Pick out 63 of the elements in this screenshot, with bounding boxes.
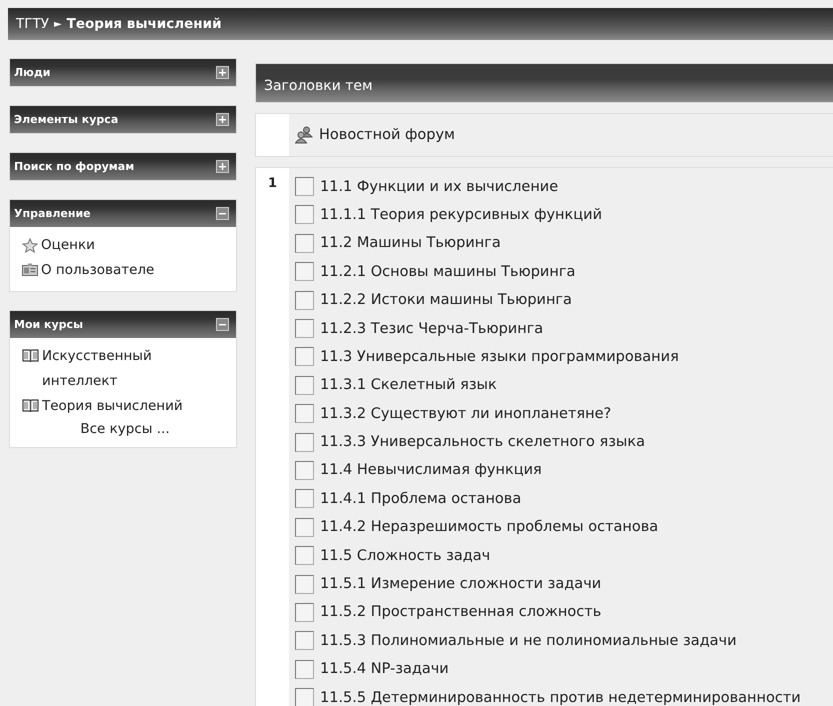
- resource-link[interactable]: 11.2.2 Истоки машины Тьюринга: [320, 292, 572, 308]
- block-title: Элементы курса: [14, 113, 118, 126]
- page-icon: [295, 290, 314, 310]
- block-title: Мои курсы: [14, 318, 84, 331]
- resource-link[interactable]: 11.2.1 Основы машины Тьюринга: [320, 264, 576, 280]
- sidebar-link[interactable]: Теория вычислений: [42, 394, 183, 419]
- page-icon: [295, 518, 314, 537]
- resource-link[interactable]: 11.5.1 Измерение сложности задачи: [320, 576, 602, 592]
- book-icon: [22, 349, 39, 363]
- sidebar-link[interactable]: Искусственный интеллект: [42, 344, 228, 394]
- expand-icon[interactable]: [216, 66, 229, 79]
- sidebar-link[interactable]: Оценки: [41, 233, 95, 258]
- page-icon: [295, 574, 314, 594]
- resource-link[interactable]: 11.5.5 Детерминированность против недетерминированности: [320, 690, 801, 706]
- page-icon: [295, 602, 314, 622]
- page-icon: [295, 489, 314, 508]
- resource-link[interactable]: 11.4.1 Проблема останова: [320, 490, 522, 507]
- resource-link[interactable]: 11.3 Универсальные языки программирования: [320, 348, 679, 365]
- breadcrumb-link[interactable]: Теория вычислений: [66, 16, 222, 32]
- resource-link[interactable]: 11.1.1 Теория рекурсивных функций: [320, 206, 602, 223]
- page-icon: [295, 347, 314, 366]
- resource-link[interactable]: 11.4.2 Неразрешимость проблемы останова: [320, 519, 658, 536]
- book-icon: [22, 399, 39, 413]
- page-icon: [295, 319, 314, 338]
- resource-link[interactable]: 11.3.1 Скелетный язык: [320, 377, 497, 394]
- breadcrumb-separator: ►: [54, 18, 62, 30]
- page-icon: [295, 460, 314, 480]
- all-courses-link[interactable]: Все курсы ...: [80, 419, 170, 439]
- collapse-icon[interactable]: [216, 318, 229, 331]
- resource-link[interactable]: 11.5.3 Полиномиальные и не полиномиальные задачи: [320, 632, 737, 649]
- resource-link[interactable]: 11.2.3 Тезис Черча-Тьюринга: [320, 320, 544, 337]
- people-icon: [295, 126, 313, 144]
- breadcrumb-link[interactable]: ТГТУ: [16, 16, 49, 32]
- page-icon: [295, 546, 314, 566]
- expand-icon[interactable]: [216, 160, 229, 173]
- block-title: Люди: [14, 66, 50, 79]
- page-icon: [295, 404, 314, 424]
- forum-link[interactable]: Новостной форум: [319, 127, 455, 144]
- resource-link[interactable]: 11.5.2 Пространственная сложность: [320, 604, 602, 620]
- resource-link[interactable]: 11.5 Сложность задач: [320, 548, 490, 564]
- block-title: Поиск по форумам: [14, 160, 134, 173]
- resource-link[interactable]: 11.2 Машины Тьюринга: [320, 235, 501, 252]
- section-number: 1: [268, 176, 278, 192]
- page-icon: [295, 660, 314, 679]
- sidebar-link[interactable]: О пользователе: [41, 258, 154, 283]
- section-title: Заголовки тем: [264, 78, 373, 94]
- page-icon: [295, 205, 314, 224]
- expand-icon[interactable]: [216, 113, 229, 126]
- page-icon: [295, 177, 314, 196]
- resource-link[interactable]: 11.3.3 Универсальность скелетного языка: [320, 434, 645, 450]
- resource-link[interactable]: 11.3.2 Существуют ли инопланетяне?: [320, 406, 612, 422]
- resource-link[interactable]: 11.4 Невычислимая функция: [320, 462, 542, 478]
- page-icon: [295, 376, 314, 395]
- block-title: Управление: [14, 207, 91, 220]
- collapse-icon[interactable]: [216, 207, 229, 220]
- id-card-icon: [22, 263, 38, 276]
- page-icon: [295, 234, 314, 253]
- page-icon: [295, 262, 314, 282]
- page-icon: [295, 432, 314, 452]
- page-icon: [295, 631, 314, 650]
- resource-link[interactable]: 11.1 Функции и их вычисление: [320, 178, 558, 195]
- star-icon: [22, 238, 38, 253]
- resource-link[interactable]: 11.5.4 NP-задачи: [320, 661, 449, 678]
